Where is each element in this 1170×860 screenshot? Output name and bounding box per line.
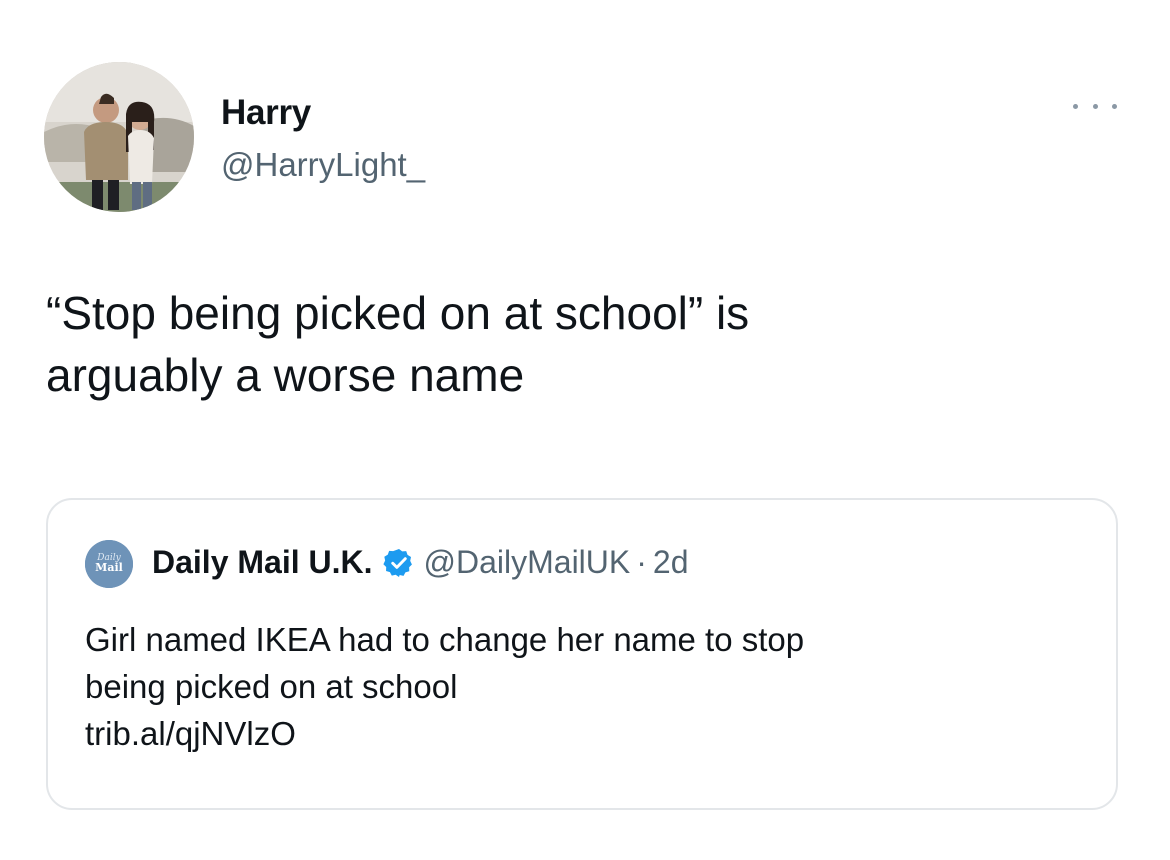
more-icon[interactable] [1073,96,1117,116]
quoted-text: Girl named IKEA had to change her name t… [85,616,1085,757]
more-dot [1112,103,1117,109]
separator-dot: · [636,544,647,580]
display-name[interactable]: Harry [221,93,311,133]
tweet-text: “Stop being picked on at school” is argu… [46,282,1106,406]
more-dot [1073,103,1078,109]
quoted-link[interactable]: trib.al/qjNVlzO [85,710,1085,757]
more-dot [1092,103,1098,109]
quoted-tweet-card[interactable]: Daily Mail Daily Mail U.K. @DailyMailUK … [46,498,1118,810]
logo-text-bottom: Mail [95,561,123,574]
profile-photo [44,62,194,212]
user-handle[interactable]: @HarryLight_ [221,146,425,184]
verified-badge-icon [382,547,415,579]
daily-mail-logo: Daily Mail [85,540,133,588]
quoted-header: Daily Mail U.K. @DailyMailUK · 2d [152,544,688,581]
quoted-avatar[interactable]: Daily Mail [85,540,133,588]
quoted-handle[interactable]: @DailyMailUK [424,544,631,581]
avatar[interactable] [44,62,194,212]
quoted-timestamp[interactable]: 2d [653,544,689,581]
quoted-text-line: Girl named IKEA had to change her name t… [85,621,805,658]
quoted-text-line: being picked on at school [85,668,458,705]
tweet-text-line: “Stop being picked on at school” is [46,287,750,339]
tweet-text-line: arguably a worse name [46,349,525,401]
quoted-display-name[interactable]: Daily Mail U.K. [152,544,373,581]
